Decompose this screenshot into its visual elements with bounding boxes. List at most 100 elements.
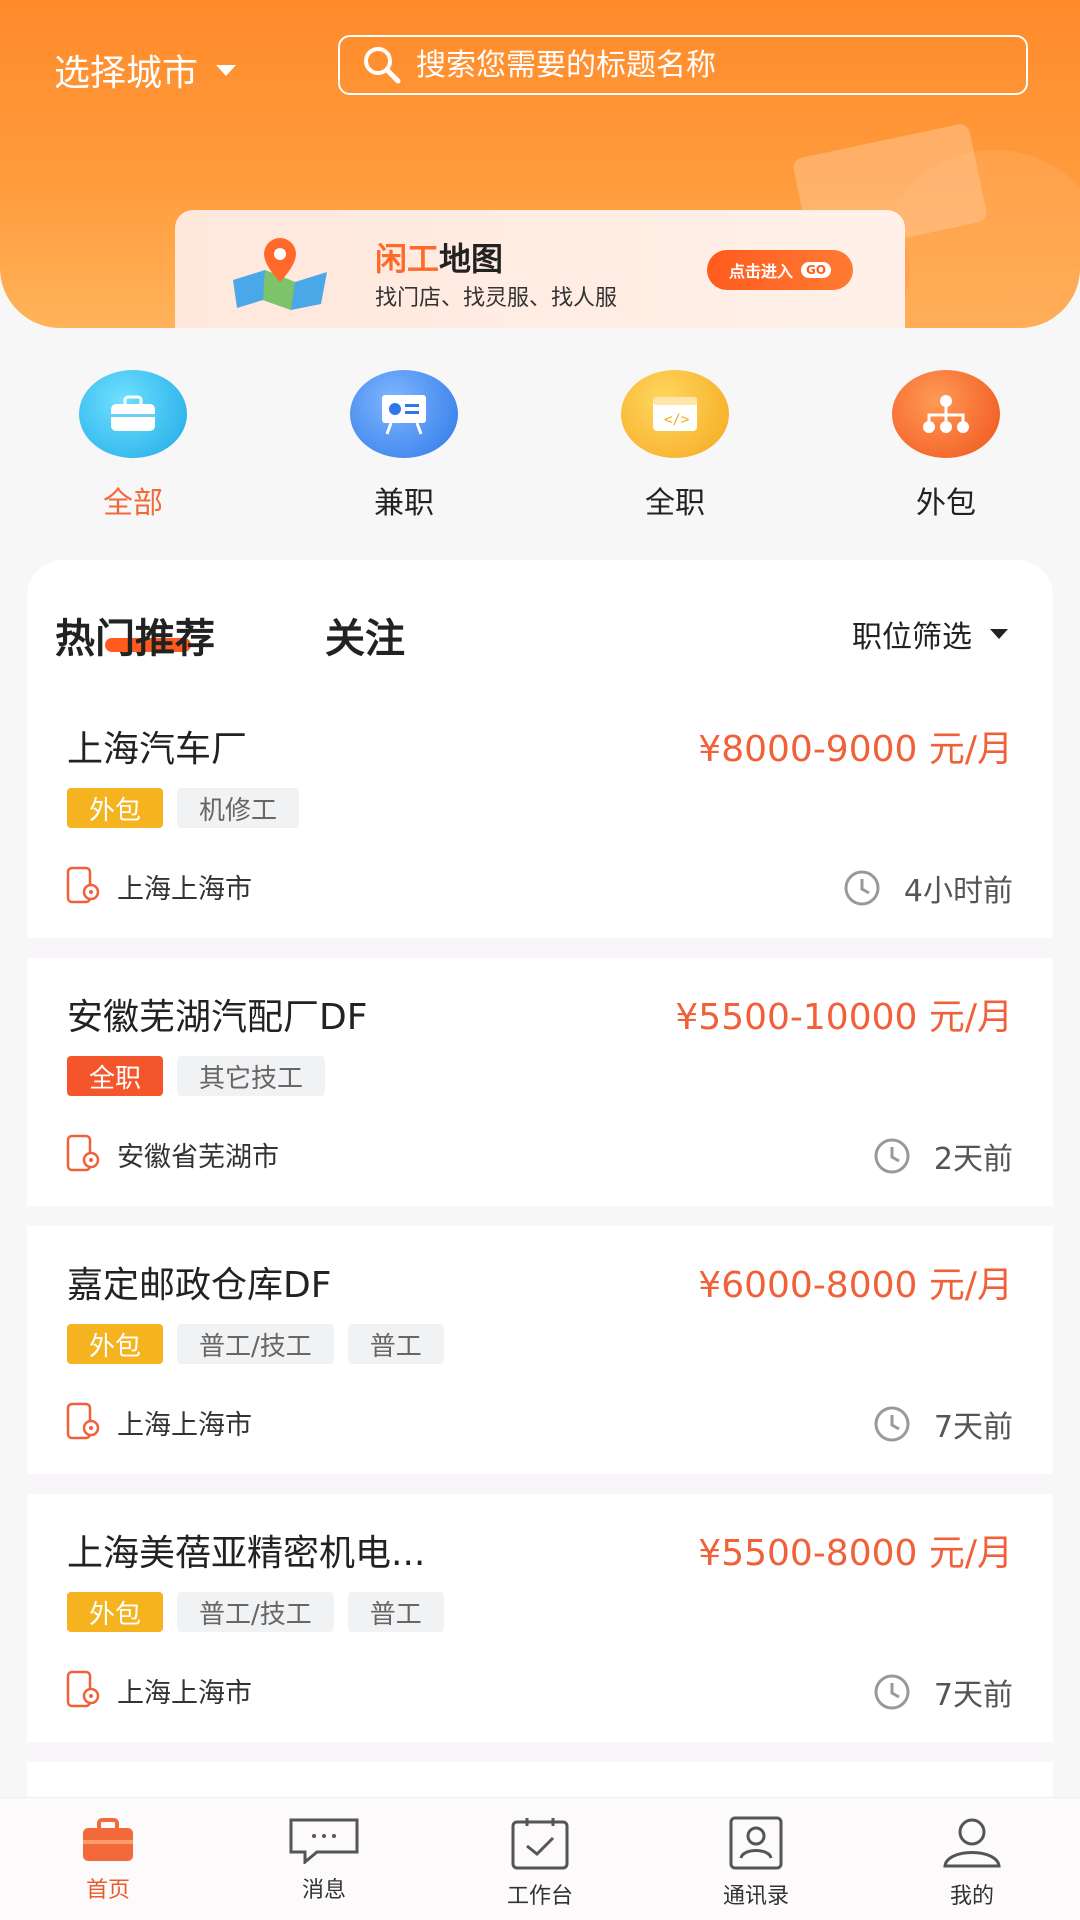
phone-location-icon	[66, 1670, 100, 1708]
job-tag: 外包	[67, 788, 164, 828]
job-card[interactable]: 上海美蓓亚精密机电... ¥5500-8000 元/月 外包 普工/技工 普工 …	[27, 1494, 1053, 1742]
job-location: 安徽省芜湖市	[65, 1134, 279, 1174]
job-salary: ¥5500-10000 元/月	[675, 997, 1013, 1038]
job-tag: 普工	[347, 1592, 444, 1632]
category-all[interactable]: 全部	[53, 370, 213, 522]
job-salary: ¥5500-8000 元/月	[698, 1533, 1013, 1574]
phone-location-icon	[66, 1402, 100, 1440]
job-location: 上海上海市	[65, 866, 252, 906]
phone-location-icon	[66, 866, 100, 904]
banner-title-rest: 地图	[439, 240, 504, 278]
category-row: 全部 兼职 </> 全职 外包	[0, 370, 1080, 522]
search-box[interactable]	[338, 35, 1028, 95]
tab-follow-label: 关注	[325, 616, 405, 662]
job-time: 2天前	[872, 1134, 1013, 1178]
tab-hot[interactable]: 热门推荐	[55, 606, 215, 664]
time-text: 7天前	[933, 1410, 1013, 1445]
job-tag: 普工/技工	[177, 1592, 334, 1632]
job-tags: 外包 普工/技工 普工	[67, 1324, 444, 1364]
job-tags: 外包 普工/技工 普工	[67, 1592, 444, 1632]
caret-down-icon	[216, 64, 237, 76]
location-text: 上海上海市	[117, 1677, 252, 1709]
category-part-time[interactable]: 兼职	[324, 370, 484, 522]
divider	[27, 1474, 1053, 1494]
time-text: 4小时前	[903, 874, 1013, 909]
profile-icon	[943, 1818, 1001, 1868]
nav-profile[interactable]: 我的	[864, 1798, 1080, 1920]
nav-contacts[interactable]: 通讯录	[648, 1798, 864, 1920]
tab-bar: 热门推荐 关注 职位筛选	[27, 560, 1053, 690]
clock-icon	[874, 1406, 910, 1442]
position-filter[interactable]: 职位筛选	[852, 612, 1008, 656]
tab-follow[interactable]: 关注	[325, 606, 405, 664]
job-location: 上海上海市	[65, 1402, 252, 1442]
job-tag: 普工	[347, 1324, 444, 1364]
enter-button[interactable]: 点击进入 GO	[707, 250, 853, 290]
job-tags: 全职 其它技工	[67, 1056, 326, 1096]
job-tag: 全职	[67, 1056, 164, 1096]
job-card[interactable]: 嘉定邮政仓库DF ¥6000-8000 元/月 外包 普工/技工 普工 上海上海…	[27, 1226, 1053, 1474]
job-tag: 外包	[67, 1592, 164, 1632]
category-label: 全职	[645, 486, 705, 521]
job-time: 7天前	[872, 1670, 1013, 1714]
bottom-nav: 首页 消息 工作台 通讯录 我的	[0, 1797, 1080, 1920]
location-text: 安徽省芜湖市	[117, 1141, 279, 1173]
divider	[27, 938, 1053, 958]
go-badge: GO	[800, 262, 832, 278]
nav-label: 消息	[301, 1878, 346, 1903]
map-banner[interactable]: 闲工地图 找门店、找灵服、找人服 点击进入 GO	[175, 210, 905, 328]
city-label: 选择城市	[54, 53, 199, 94]
caret-down-icon	[990, 629, 1008, 639]
job-tags: 外包 机修工	[67, 788, 300, 828]
job-card[interactable]: 安徽芜湖汽配厂DF ¥5500-10000 元/月 全职 其它技工 安徽省芜湖市…	[27, 958, 1053, 1206]
job-card[interactable]: 上海汽车厂 ¥8000-9000 元/月 外包 机修工 上海上海市 4小时前	[27, 690, 1053, 938]
nav-workbench[interactable]: 工作台	[432, 1798, 648, 1920]
contacts-icon	[729, 1816, 783, 1870]
job-tag: 机修工	[177, 788, 300, 828]
header: 选择城市 闲工地图 找门店、找灵服、找人服 点击进入 GO	[0, 0, 1080, 328]
divider	[27, 1206, 1053, 1226]
divider	[27, 1742, 1053, 1762]
city-selector[interactable]: 选择城市	[54, 44, 237, 96]
job-location: 上海上海市	[65, 1670, 252, 1710]
nav-label: 工作台	[506, 1884, 573, 1909]
job-time: 4小时前	[842, 866, 1013, 910]
job-salary: ¥8000-9000 元/月	[698, 729, 1013, 770]
location-text: 上海上海市	[117, 873, 252, 905]
job-list-panel: 热门推荐 关注 职位筛选 上海汽车厂 ¥8000-9000 元/月 外包 机修工…	[27, 560, 1053, 1800]
home-briefcase-icon	[83, 1818, 133, 1861]
location-text: 上海上海市	[117, 1409, 252, 1441]
briefcase-icon	[79, 370, 187, 458]
job-tag: 普工/技工	[177, 1324, 334, 1364]
nav-home[interactable]: 首页	[0, 1798, 216, 1920]
phone-location-icon	[66, 1134, 100, 1172]
message-icon	[289, 1818, 359, 1864]
nav-messages[interactable]: 消息	[216, 1798, 432, 1920]
banner-title: 闲工地图	[375, 234, 503, 280]
clock-icon	[844, 870, 880, 906]
job-tag: 其它技工	[177, 1056, 326, 1096]
time-text: 2天前	[933, 1142, 1013, 1177]
tab-hot-label: 热门推荐	[55, 616, 215, 662]
job-tag: 外包	[67, 1324, 164, 1364]
search-input[interactable]	[416, 47, 996, 83]
nav-label: 通讯录	[722, 1884, 789, 1909]
filter-label: 职位筛选	[852, 620, 972, 655]
workbench-icon	[511, 1818, 569, 1870]
category-full-time[interactable]: </> 全职	[595, 370, 755, 522]
time-text: 7天前	[933, 1678, 1013, 1713]
code-window-icon: </>	[621, 370, 729, 458]
nav-label: 首页	[85, 1878, 130, 1903]
category-outsource[interactable]: 外包	[866, 370, 1026, 522]
enter-label: 点击进入	[728, 262, 793, 281]
clock-icon	[874, 1674, 910, 1710]
presentation-icon	[350, 370, 458, 458]
map-pin-icon	[233, 238, 327, 310]
clock-icon	[874, 1138, 910, 1174]
banner-subtitle: 找门店、找灵服、找人服	[375, 286, 618, 311]
category-label: 外包	[916, 486, 976, 521]
category-label: 兼职	[374, 486, 434, 521]
job-title: 安徽芜湖汽配厂DF	[67, 997, 368, 1038]
search-icon	[364, 47, 401, 84]
banner-title-accent: 闲工	[375, 240, 440, 278]
